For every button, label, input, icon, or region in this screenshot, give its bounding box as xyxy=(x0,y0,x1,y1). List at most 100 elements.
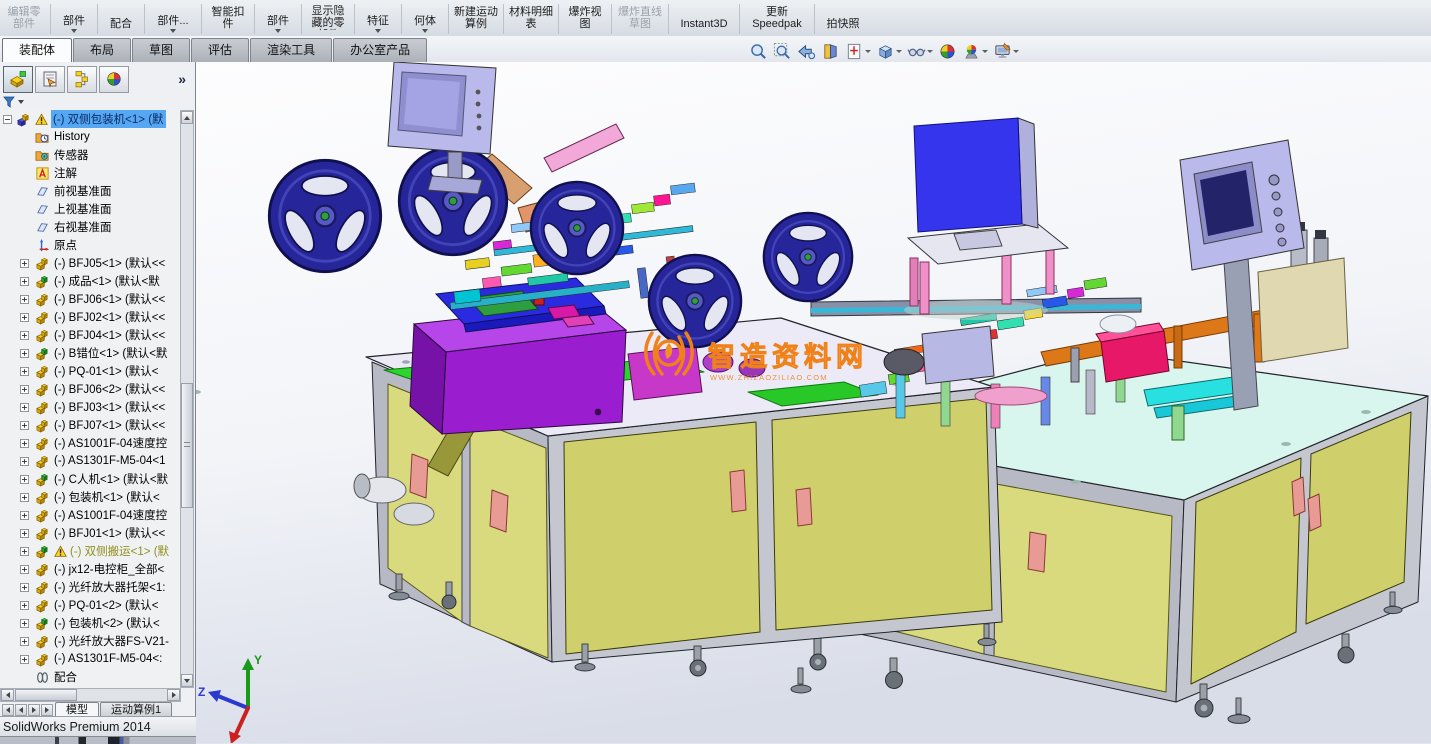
command-tab-layout[interactable]: 布局 xyxy=(73,38,132,62)
expand-box-icon[interactable] xyxy=(20,457,29,466)
expand-box-icon[interactable] xyxy=(20,367,29,376)
expand-box-icon[interactable] xyxy=(20,547,29,556)
scroll-thumb-horizontal[interactable] xyxy=(15,689,77,701)
tree-item[interactable]: (-) 成品<1> (默认<默 xyxy=(0,272,180,290)
dropdown-caret-icon[interactable] xyxy=(927,49,933,53)
expand-box-icon[interactable] xyxy=(20,421,29,430)
hide-show-items-button[interactable] xyxy=(906,41,934,62)
edit-appearance-button[interactable] xyxy=(937,41,958,62)
tree-horizontal-scrollbar[interactable] xyxy=(0,688,181,702)
display-style-button[interactable] xyxy=(875,41,903,62)
tree-item[interactable]: (-) PQ-01<1> (默认< xyxy=(0,362,180,380)
tree-item[interactable]: History xyxy=(0,128,180,146)
next-tab-button[interactable] xyxy=(28,704,40,716)
section-view-button[interactable] xyxy=(820,41,841,62)
tree-item[interactable]: (-) C人机<1> (默认<默 xyxy=(0,470,180,488)
expand-box-icon[interactable] xyxy=(20,331,29,340)
panel-expand-button[interactable]: » xyxy=(178,71,192,87)
tree-item[interactable]: (-) BFJ06<1> (默认<< xyxy=(0,290,180,308)
apply-scene-button[interactable] xyxy=(961,41,989,62)
dropdown-caret-icon[interactable] xyxy=(375,29,381,33)
tree-vertical-scrollbar[interactable] xyxy=(180,110,194,688)
door-handle[interactable] xyxy=(1027,531,1047,573)
tab-display-manager[interactable] xyxy=(99,65,129,93)
door-handle[interactable] xyxy=(729,469,747,513)
tree-item[interactable]: (-) PQ-01<2> (默认< xyxy=(0,596,180,614)
expand-box-icon[interactable] xyxy=(20,529,29,538)
expand-box-icon[interactable] xyxy=(20,313,29,322)
command-tab-sketch[interactable]: 草图 xyxy=(132,38,191,62)
tab-feature-manager[interactable] xyxy=(3,65,33,93)
expand-box-icon[interactable] xyxy=(20,277,29,286)
door-handle[interactable] xyxy=(409,453,429,499)
scroll-up-button[interactable] xyxy=(181,111,193,124)
ribbon-button-smart-fasteners[interactable]: 智能扣件 xyxy=(204,0,252,36)
tree-item[interactable]: 注解 xyxy=(0,164,180,182)
expand-box-icon[interactable] xyxy=(20,637,29,646)
tree-item[interactable]: (-) AS1001F-04速度控 xyxy=(0,434,180,452)
ribbon-button-assembly-features[interactable]: 特征 xyxy=(357,0,399,36)
tree-item[interactable]: (-) BFJ03<1> (默认<< xyxy=(0,398,180,416)
command-tab-assembly[interactable]: 装配体 xyxy=(2,38,73,62)
tree-item[interactable]: 配合 xyxy=(0,668,180,686)
tree-filter[interactable] xyxy=(0,94,195,110)
ribbon-button-instant3d[interactable]: Instant3D xyxy=(671,0,737,36)
ribbon-button-new-motion-study[interactable]: 新建运动算例 xyxy=(451,0,501,36)
expand-box-icon[interactable] xyxy=(20,565,29,574)
collapse-box-icon[interactable] xyxy=(3,115,12,124)
door-handle[interactable] xyxy=(489,489,509,533)
tree-item[interactable]: (-) 包装机<2> (默认< xyxy=(0,614,180,632)
command-tab-evaluate[interactable]: 评估 xyxy=(191,38,250,62)
expand-box-icon[interactable] xyxy=(20,349,29,358)
tab-configuration-manager[interactable] xyxy=(67,65,97,93)
dropdown-caret-icon[interactable] xyxy=(71,29,77,33)
ribbon-button-linear-component-pattern[interactable]: 部件... xyxy=(147,0,199,36)
expand-box-icon[interactable] xyxy=(20,385,29,394)
ribbon-button-update-speedpak[interactable]: 更新 Speedpak xyxy=(742,0,812,36)
expand-box-icon[interactable] xyxy=(20,583,29,592)
dropdown-caret-icon[interactable] xyxy=(170,29,176,33)
command-tab-render-tools[interactable]: 渲染工具 xyxy=(250,38,333,62)
tree-item[interactable]: (-) BFJ06<2> (默认<< xyxy=(0,380,180,398)
dropdown-caret-icon[interactable] xyxy=(1013,49,1019,53)
prev-tab-button[interactable] xyxy=(15,704,27,716)
door-handle[interactable] xyxy=(795,487,813,527)
expand-box-icon[interactable] xyxy=(20,511,29,520)
dropdown-caret-icon[interactable] xyxy=(275,29,281,33)
expand-box-icon[interactable] xyxy=(20,259,29,268)
expand-box-icon[interactable] xyxy=(20,619,29,628)
expand-box-icon[interactable] xyxy=(20,493,29,502)
tree-item[interactable]: (-) 光纤放大器FS-V21- xyxy=(0,632,180,650)
dropdown-caret-icon[interactable] xyxy=(422,29,428,33)
tree-item[interactable]: 传感器 xyxy=(0,146,180,164)
tree-item[interactable]: (-) 双侧包装机<1> (默 xyxy=(0,110,180,128)
expand-box-icon[interactable] xyxy=(20,601,29,610)
previous-view-button[interactable] xyxy=(796,41,817,62)
tree-item[interactable]: (-) BFJ05<1> (默认<< xyxy=(0,254,180,272)
ribbon-button-bill-of-materials[interactable]: 材料明细表 xyxy=(506,0,556,36)
dropdown-caret-icon[interactable] xyxy=(865,49,871,53)
expand-box-icon[interactable] xyxy=(20,403,29,412)
door-handle[interactable] xyxy=(1291,476,1306,517)
scroll-right-button[interactable] xyxy=(167,689,180,701)
filter-dropdown-caret[interactable] xyxy=(18,100,24,104)
dropdown-caret-icon[interactable] xyxy=(982,49,988,53)
view-orientation-button[interactable] xyxy=(844,41,872,62)
right-cart-front-door-right[interactable] xyxy=(993,483,1173,693)
scroll-down-button[interactable] xyxy=(181,674,193,687)
reel-3[interactable] xyxy=(529,180,625,276)
dropdown-caret-icon[interactable] xyxy=(896,49,902,53)
tree-item[interactable]: (-) jx12-电控柜_全部< xyxy=(0,560,180,578)
tree-item[interactable]: 上视基准面 xyxy=(0,200,180,218)
ribbon-button-move-component[interactable]: 部件 xyxy=(257,0,299,36)
tree-item[interactable]: 原点 xyxy=(0,236,180,254)
tree-item[interactable]: (-) BFJ02<1> (默认<< xyxy=(0,308,180,326)
expand-box-icon[interactable] xyxy=(20,655,29,664)
tab-property-manager[interactable] xyxy=(35,65,65,93)
tree-item[interactable]: (-) BFJ07<1> (默认<< xyxy=(0,416,180,434)
tab-model[interactable]: 模型 xyxy=(55,702,99,716)
left-cart-front-door-right[interactable] xyxy=(469,417,549,659)
reel-4[interactable] xyxy=(647,253,743,349)
first-tab-button[interactable] xyxy=(2,704,14,716)
scroll-thumb[interactable] xyxy=(181,383,193,508)
